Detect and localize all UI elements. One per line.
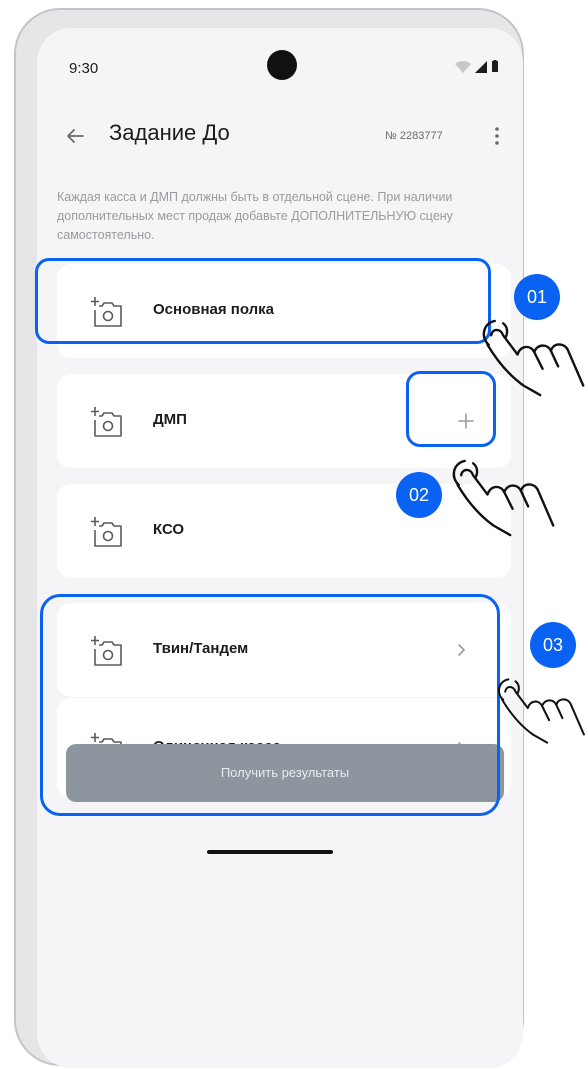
pointing-hand-icon [478, 316, 588, 400]
task-number: № 2283777 [385, 130, 443, 142]
add-photo-icon [91, 516, 125, 548]
step-badge-02: 02 [396, 472, 442, 518]
step-badge-01: 01 [514, 274, 560, 320]
add-photo-icon [91, 296, 125, 328]
plus-icon[interactable] [449, 404, 483, 438]
battery-icon [492, 60, 498, 72]
status-bar: 9:30 [37, 28, 523, 98]
step-badge-03: 03 [530, 622, 576, 668]
status-icons [455, 60, 499, 73]
add-photo-icon [91, 635, 125, 667]
scene-card-twin-tandem[interactable]: Твин/Тандем [57, 603, 511, 697]
get-results-button[interactable]: Получить результаты [66, 744, 504, 802]
signal-icon [475, 60, 487, 73]
chevron-right-icon [458, 644, 465, 656]
app-bar: Задание До № 2283777 [37, 112, 523, 162]
app-screen: 9:30 Задание До № 2283777 Каждая касса и… [37, 28, 523, 1068]
more-vert-icon[interactable] [487, 120, 507, 152]
scene-label: Основная полка [153, 301, 275, 318]
pointing-hand-icon [494, 674, 588, 748]
add-photo-icon [91, 406, 125, 438]
scene-hint: Каждая касса и ДМП должны быть в отдельн… [57, 190, 453, 242]
scene-card-kso[interactable]: КСО [57, 484, 511, 578]
scene-label: ДМП [153, 411, 187, 428]
scene-card-main-shelf[interactable]: Основная полка [57, 264, 511, 358]
scene-label: Твин/Тандем [153, 640, 249, 657]
back-arrow-icon[interactable] [61, 122, 89, 150]
front-camera [267, 50, 297, 80]
scene-label: КСО [153, 521, 185, 538]
wifi-icon [455, 60, 471, 73]
scene-card-dmp: ДМП [57, 374, 511, 468]
pointing-hand-icon [448, 456, 558, 540]
home-indicator[interactable] [207, 850, 333, 854]
status-time: 9:30 [69, 60, 99, 77]
page-title: Задание До [109, 120, 230, 145]
